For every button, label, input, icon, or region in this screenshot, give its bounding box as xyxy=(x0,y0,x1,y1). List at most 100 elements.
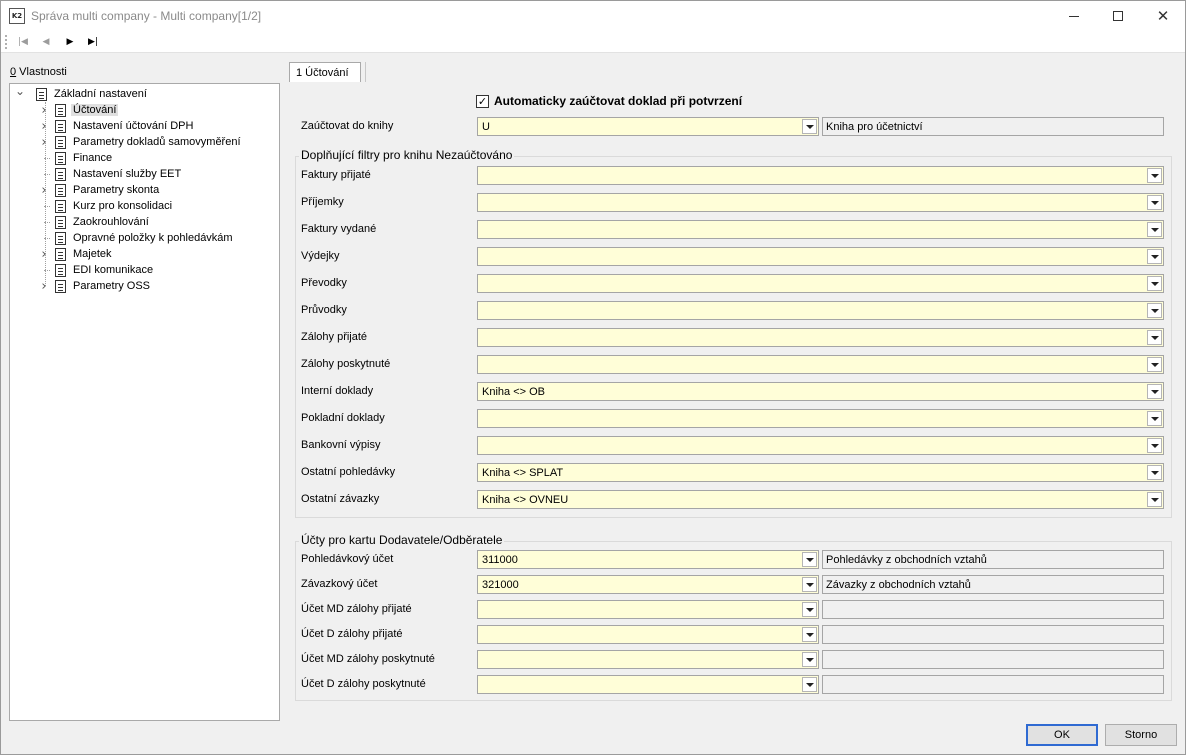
minimize-icon xyxy=(1069,15,1079,17)
chevron-down-icon[interactable] xyxy=(1147,222,1162,237)
chevron-right-icon[interactable]: › xyxy=(38,246,50,262)
chevron-down-icon[interactable] xyxy=(802,577,817,592)
tab-uctovani[interactable]: 1 Účtování xyxy=(289,62,361,82)
filter-select[interactable] xyxy=(477,220,1164,239)
chevron-right-icon[interactable]: › xyxy=(38,134,50,150)
tree-item[interactable]: › Nastavení účtování DPH xyxy=(38,118,195,134)
tree-connector xyxy=(38,230,50,246)
ok-button[interactable]: OK xyxy=(1026,724,1098,746)
account-label: Pohledávkový účet xyxy=(301,553,394,565)
book-description: Kniha pro účetnictví xyxy=(822,117,1164,136)
chevron-down-icon[interactable] xyxy=(1147,303,1162,318)
chevron-down-icon[interactable] xyxy=(1147,411,1162,426)
document-icon xyxy=(55,263,66,277)
chevron-down-icon[interactable] xyxy=(1147,249,1162,264)
chevron-down-icon[interactable] xyxy=(802,627,817,642)
tree-connector-line xyxy=(44,205,50,207)
properties-tree[interactable]: ⌄ Základní nastavení › Účtování › Nastavení ú… xyxy=(9,83,280,721)
chevron-down-icon[interactable] xyxy=(1147,465,1162,480)
tree-item[interactable]: › Majetek xyxy=(38,246,114,262)
filter-value: Kniha <> OB xyxy=(482,385,545,398)
tree-item[interactable]: Opravné položky k pohledávkám xyxy=(38,230,235,246)
close-button[interactable]: ✕ xyxy=(1140,1,1186,31)
filter-select[interactable] xyxy=(477,355,1164,374)
document-icon xyxy=(55,135,66,149)
filter-select[interactable] xyxy=(477,301,1164,320)
chevron-down-icon[interactable] xyxy=(1147,438,1162,453)
minimize-button[interactable] xyxy=(1051,1,1097,31)
auto-post-checkbox-row[interactable]: ✓ Automaticky zaúčtovat doklad při potvr… xyxy=(476,94,742,108)
filter-label: Pokladní doklady xyxy=(301,412,385,424)
tree-item-label: Zaokrouhlování xyxy=(73,216,149,228)
tree-item[interactable]: › Parametry dokladů samovyměření xyxy=(38,134,243,150)
tree-item[interactable]: Nastavení služby EET xyxy=(38,166,183,182)
filter-select[interactable] xyxy=(477,193,1164,212)
previous-record-icon[interactable]: ◀ xyxy=(37,34,55,50)
chevron-right-icon[interactable]: › xyxy=(38,182,50,198)
chevron-down-icon[interactable] xyxy=(1147,195,1162,210)
filter-select[interactable] xyxy=(477,328,1164,347)
chevron-right-icon[interactable]: › xyxy=(38,102,50,118)
filter-label: Interní doklady xyxy=(301,385,374,397)
tree-connector-line xyxy=(44,157,50,159)
account-value: 311000 xyxy=(482,553,518,566)
tree-root[interactable]: ⌄ Základní nastavení xyxy=(14,83,149,102)
accounts-group-title: Účty pro kartu Dodavatele/Odběratele xyxy=(299,533,505,547)
filter-select[interactable]: Kniha <> OB xyxy=(477,382,1164,401)
filter-select[interactable] xyxy=(477,409,1164,428)
tree-item[interactable]: › Parametry OSS xyxy=(38,278,152,294)
account-select[interactable]: 321000 xyxy=(477,575,819,594)
filter-select[interactable] xyxy=(477,247,1164,266)
filter-select[interactable]: Kniha <> SPLAT xyxy=(477,463,1164,482)
document-icon xyxy=(36,87,47,101)
toolbar-grip[interactable] xyxy=(5,35,7,49)
tree-item[interactable]: Kurz pro konsolidaci xyxy=(38,198,174,214)
chevron-down-icon[interactable] xyxy=(1147,492,1162,507)
account-select[interactable]: 311000 xyxy=(477,550,819,569)
chevron-down-icon[interactable] xyxy=(802,119,817,134)
tree-item[interactable]: Finance xyxy=(38,150,114,166)
document-icon xyxy=(55,279,66,293)
filters-group-title: Doplňující filtry pro knihu Nezaúčtováno xyxy=(299,148,515,162)
chevron-down-icon[interactable] xyxy=(1147,357,1162,372)
tree-item-label: EDI komunikace xyxy=(73,264,154,276)
chevron-down-icon[interactable] xyxy=(802,552,817,567)
tree-item-label: Kurz pro konsolidaci xyxy=(73,200,173,212)
auto-post-checkbox[interactable]: ✓ xyxy=(476,94,489,108)
account-select[interactable] xyxy=(477,675,819,694)
chevron-right-icon[interactable]: › xyxy=(38,278,50,294)
account-label: Účet D zálohy přijaté xyxy=(301,628,403,640)
book-select[interactable]: U xyxy=(477,117,819,136)
chevron-down-icon[interactable] xyxy=(802,677,817,692)
filter-select[interactable] xyxy=(477,166,1164,185)
chevron-down-icon[interactable] xyxy=(1147,168,1162,183)
maximize-button[interactable] xyxy=(1095,1,1141,31)
filter-label: Faktury přijaté xyxy=(301,169,371,181)
chevron-down-icon[interactable] xyxy=(1147,330,1162,345)
account-select[interactable] xyxy=(477,625,819,644)
filter-select[interactable]: Kniha <> OVNEU xyxy=(477,490,1164,509)
account-select[interactable] xyxy=(477,600,819,619)
account-select[interactable] xyxy=(477,650,819,669)
tree-item[interactable]: › Účtování xyxy=(38,102,119,118)
chevron-down-icon[interactable] xyxy=(1147,276,1162,291)
filter-select[interactable] xyxy=(477,436,1164,455)
chevron-down-icon[interactable] xyxy=(1147,384,1162,399)
next-record-icon[interactable]: ▶ xyxy=(61,34,79,50)
account-label: Závazkový účet xyxy=(301,578,378,590)
filter-label: Příjemky xyxy=(301,196,344,208)
tree-connector xyxy=(38,214,50,230)
tree-item-label: Účtování xyxy=(71,104,119,116)
document-icon xyxy=(55,199,66,213)
last-record-icon[interactable]: ▶| xyxy=(84,34,102,50)
tree-item[interactable]: Zaokrouhlování xyxy=(38,214,151,230)
tree-item[interactable]: EDI komunikace xyxy=(38,262,155,278)
chevron-down-icon[interactable]: ⌄ xyxy=(14,83,26,99)
chevron-down-icon[interactable] xyxy=(802,602,817,617)
chevron-right-icon[interactable]: › xyxy=(38,118,50,134)
cancel-button[interactable]: Storno xyxy=(1105,724,1177,746)
first-record-icon[interactable]: |◀ xyxy=(14,34,32,50)
chevron-down-icon[interactable] xyxy=(802,652,817,667)
tree-item[interactable]: › Parametry skonta xyxy=(38,182,161,198)
filter-select[interactable] xyxy=(477,274,1164,293)
